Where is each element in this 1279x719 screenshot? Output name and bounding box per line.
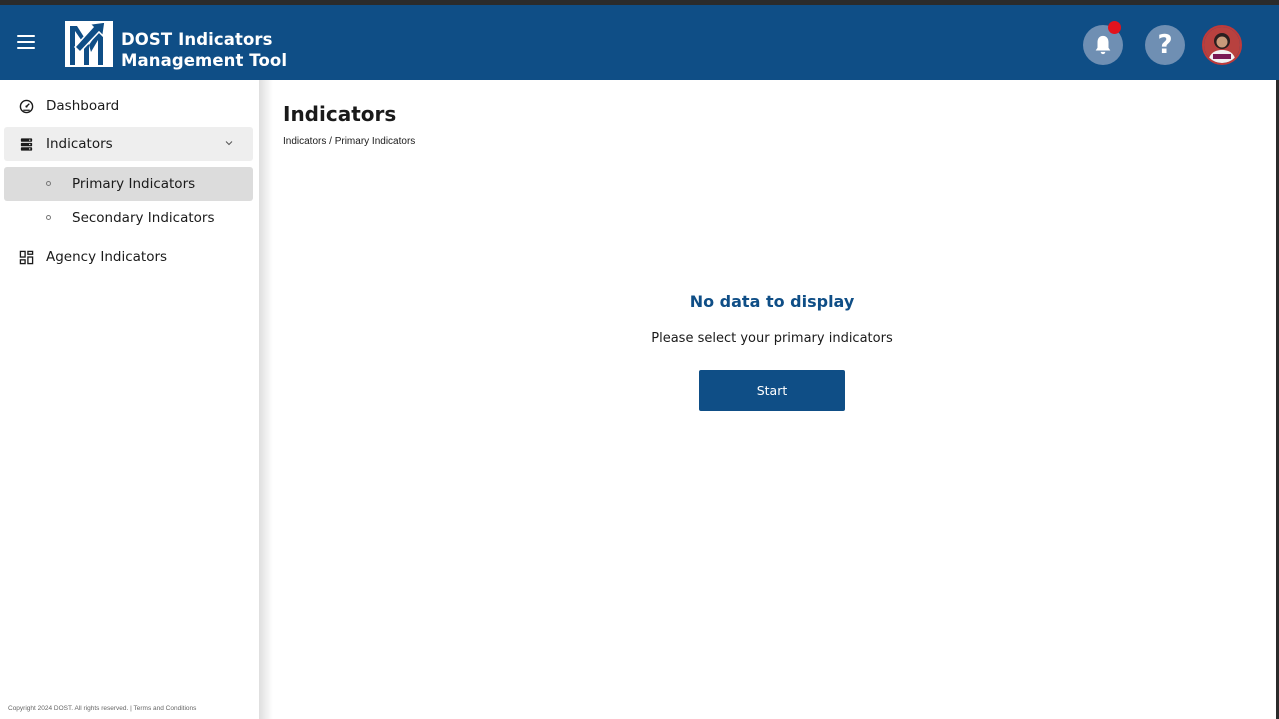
server-stack-icon [20,138,33,151]
brand-title-line2: Management Tool [121,51,288,70]
page-title: Indicators [283,102,397,126]
sidebar-shadow [259,80,273,719]
footer-separator: | [130,705,132,712]
empty-state-title: No data to display [689,292,855,311]
empty-state-subtitle: Please select your primary indicators [651,331,893,346]
help-button[interactable]: ? [1145,25,1185,65]
copyright-text: Copyright 2024 DOST. All rights reserved… [8,705,129,712]
app-brand: DOST Indicators Management Tool [121,29,287,71]
breadcrumb-separator: / [329,136,332,147]
sidebar-item-label: Secondary Indicators [72,210,215,226]
chevron-down-icon [225,141,233,146]
bullet-circle-icon [46,181,51,186]
sidebar-item-dashboard[interactable]: Dashboard [4,89,253,123]
sidebar-item-label: Agency Indicators [46,249,168,265]
brand-title-line1: DOST Indicators [121,30,273,49]
start-button[interactable]: Start [699,370,845,411]
sidebar-item-agency-indicators[interactable]: Agency Indicators [4,240,253,274]
breadcrumb-current: Primary Indicators [334,136,416,147]
app-header: DOST Indicators Management Tool ? [0,5,1279,80]
sidebar-subitem-primary-indicators[interactable]: Primary Indicators [4,167,253,201]
dost-logo-icon [63,17,115,69]
user-avatar[interactable] [1202,25,1242,65]
terms-link[interactable]: Terms and Conditions [134,705,197,712]
sidebar-item-label: Dashboard [46,98,120,114]
bell-icon [1095,35,1111,55]
notification-badge [1108,21,1121,34]
menu-toggle-icon[interactable] [17,34,35,50]
sidebar: Dashboard Indicators Primary Indicators … [0,80,259,719]
sidebar-item-label: Indicators [46,136,113,152]
bullet-circle-icon [46,215,51,220]
sidebar-item-indicators[interactable]: Indicators [4,127,253,161]
copyright-footer: Copyright 2024 DOST. All rights reserved… [8,705,196,712]
sidebar-subitem-secondary-indicators[interactable]: Secondary Indicators [4,201,253,235]
breadcrumb: Indicators / Primary Indicators [283,136,415,147]
breadcrumb-parent[interactable]: Indicators [283,136,326,147]
dashboard-gauge-icon [19,99,34,114]
grid-icon [19,250,34,265]
question-mark-icon: ? [1157,30,1173,60]
sidebar-item-label: Primary Indicators [72,176,196,192]
